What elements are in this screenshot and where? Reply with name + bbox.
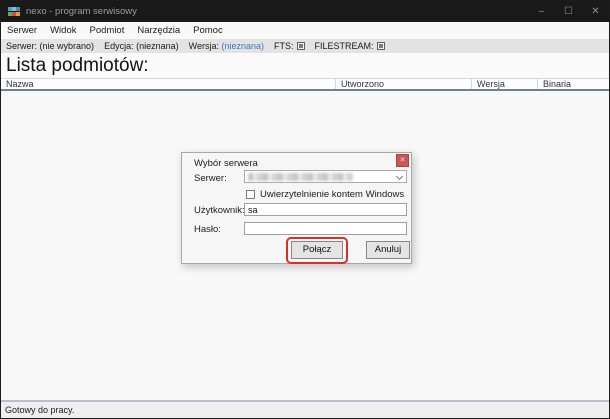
maximize-icon[interactable]: ☐ <box>555 1 582 22</box>
close-icon[interactable]: ✕ <box>582 1 609 22</box>
menu-serwer[interactable]: Serwer <box>7 25 37 36</box>
column-header-wersja[interactable]: Wersja <box>472 79 538 89</box>
windows-auth-checkbox-row[interactable]: Uwierzytelnienie kontem Windows <box>246 189 404 200</box>
menu-pomoc[interactable]: Pomoc <box>193 25 223 36</box>
column-header-nazwa[interactable]: Nazwa <box>1 79 336 89</box>
window-title: nexo - program serwisowy <box>26 6 137 17</box>
dialog-close-icon[interactable]: ✕ <box>396 154 409 167</box>
password-field-label: Hasło: <box>194 224 221 235</box>
chevron-down-icon <box>395 172 404 181</box>
page-title: Lista podmiotów: <box>6 55 149 76</box>
app-window: nexo - program serwisowy – ☐ ✕ Serwer Wi… <box>0 0 610 419</box>
password-input[interactable] <box>244 222 407 235</box>
menu-widok[interactable]: Widok <box>50 25 76 36</box>
title-bar: nexo - program serwisowy – ☐ ✕ <box>1 1 609 22</box>
username-field-label: Użytkownik: <box>194 205 245 216</box>
column-header-binaria[interactable]: Binaria <box>538 79 609 89</box>
fts-indicator-icon <box>296 42 305 50</box>
filestream-status: FILESTREAM: <box>315 41 385 51</box>
status-bar: Gotowy do pracy. <box>1 400 609 418</box>
version-status: Wersja: (nieznana) <box>188 41 265 51</box>
server-field-label: Serwer: <box>194 173 227 184</box>
windows-auth-checkbox[interactable] <box>246 190 255 199</box>
fts-status: FTS: <box>274 41 305 51</box>
window-controls: – ☐ ✕ <box>528 1 609 22</box>
heading-area: Lista podmiotów: <box>1 53 609 78</box>
server-selection-dialog: Wybór serwera ✕ Serwer: Uwierzytelnienie… <box>181 152 412 264</box>
version-value: (nieznana) <box>221 41 265 51</box>
server-combobox[interactable] <box>244 170 407 183</box>
server-status: Serwer: (nie wybrano) <box>6 41 95 51</box>
dialog-title: Wybór serwera <box>194 158 258 169</box>
edition-status: Edycja: (nieznana) <box>104 41 179 51</box>
menu-podmiot[interactable]: Podmiot <box>90 25 125 36</box>
menu-narzedzia[interactable]: Narzędzia <box>137 25 180 36</box>
server-value-redacted <box>248 173 353 181</box>
entity-table-header: Nazwa Utworzono Wersja Binaria <box>1 78 609 91</box>
connect-button[interactable]: Połącz <box>291 241 343 259</box>
column-header-utworzono[interactable]: Utworzono <box>336 79 472 89</box>
status-text: Gotowy do pracy. <box>5 405 75 415</box>
windows-auth-label: Uwierzytelnienie kontem Windows <box>260 189 405 200</box>
cancel-button[interactable]: Anuluj <box>366 241 410 259</box>
filestream-indicator-icon <box>376 42 385 50</box>
menu-bar: Serwer Widok Podmiot Narzędzia Pomoc <box>1 22 609 39</box>
minimize-icon[interactable]: – <box>528 1 555 22</box>
username-input[interactable] <box>244 203 407 216</box>
info-strip: Serwer: (nie wybrano) Edycja: (nieznana)… <box>1 39 609 53</box>
app-logo-icon <box>8 7 20 16</box>
